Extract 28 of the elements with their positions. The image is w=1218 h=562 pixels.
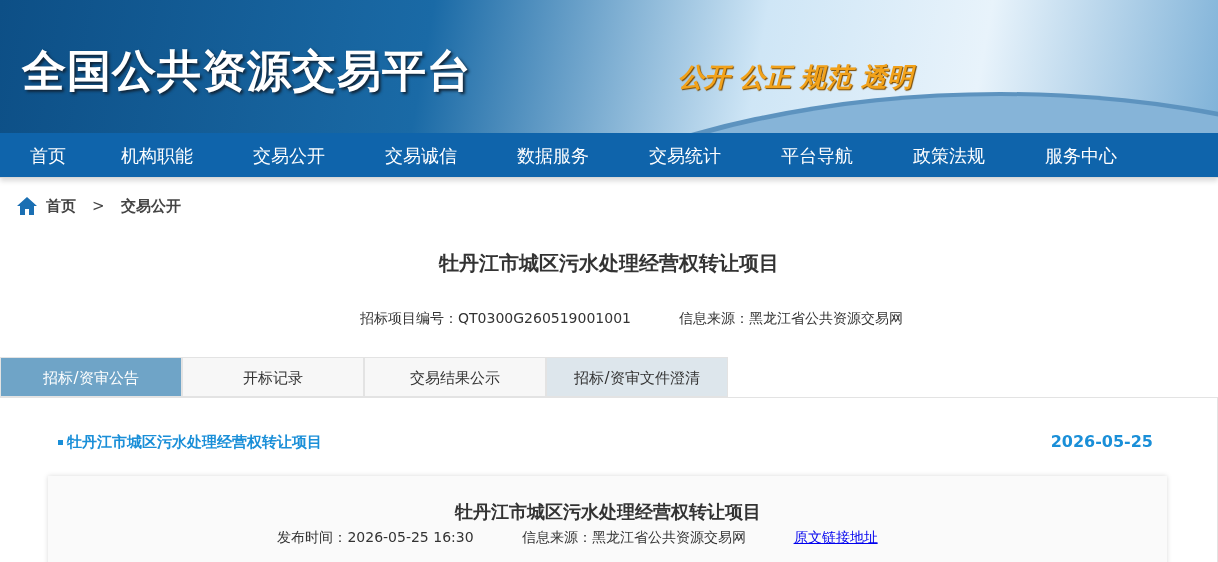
breadcrumb-link[interactable]: 首页 (46, 194, 76, 218)
publish-time: 发布时间：2026-05-25 16:30 (277, 529, 474, 546)
home-icon (16, 196, 38, 216)
tab[interactable]: 开标记录 (182, 357, 364, 397)
breadcrumb-separator: > (92, 195, 105, 217)
nav-link[interactable]: 数据服务 (487, 133, 619, 177)
nav-link[interactable]: 交易公开 (223, 133, 355, 177)
project-title: 牡丹江市城区污水处理经营权转让项目 (437, 250, 780, 277)
breadcrumb-link[interactable]: 交易公开 (120, 194, 181, 218)
info-source: 信息来源：黑龙江省公共资源交易网 (521, 529, 746, 546)
original-link[interactable]: 原文链接地址 (793, 529, 878, 546)
site-title: 全国公共资源交易平台 (22, 44, 472, 98)
info-source: 信息来源：黑龙江省公共资源交易网 (678, 309, 903, 328)
nav-link[interactable]: 首页 (0, 133, 91, 177)
article-title: 牡丹江市城区污水处理经营权转让项目 (453, 500, 762, 524)
nav-link[interactable]: 服务中心 (1015, 133, 1147, 177)
nav-link[interactable]: 政策法规 (883, 133, 1015, 177)
nav-link[interactable]: 机构职能 (91, 133, 223, 177)
nav-link[interactable]: 交易诚信 (355, 133, 487, 177)
notice-date: 2026-05-25 (1050, 431, 1153, 453)
bullet-icon (58, 439, 63, 445)
tab[interactable]: 招标/资审文件澄清 (546, 357, 728, 397)
nav-link[interactable]: 平台导航 (751, 133, 883, 177)
notice-link[interactable]: 牡丹江市城区污水处理经营权转让项目 (67, 430, 322, 454)
slogan: 公开 公正 规范 透明 (678, 61, 914, 94)
project-code: 招标项目编号：QT0300G260519001001 (360, 309, 631, 328)
nav-link[interactable]: 交易统计 (619, 133, 751, 177)
tab[interactable]: 交易结果公示 (364, 357, 546, 397)
